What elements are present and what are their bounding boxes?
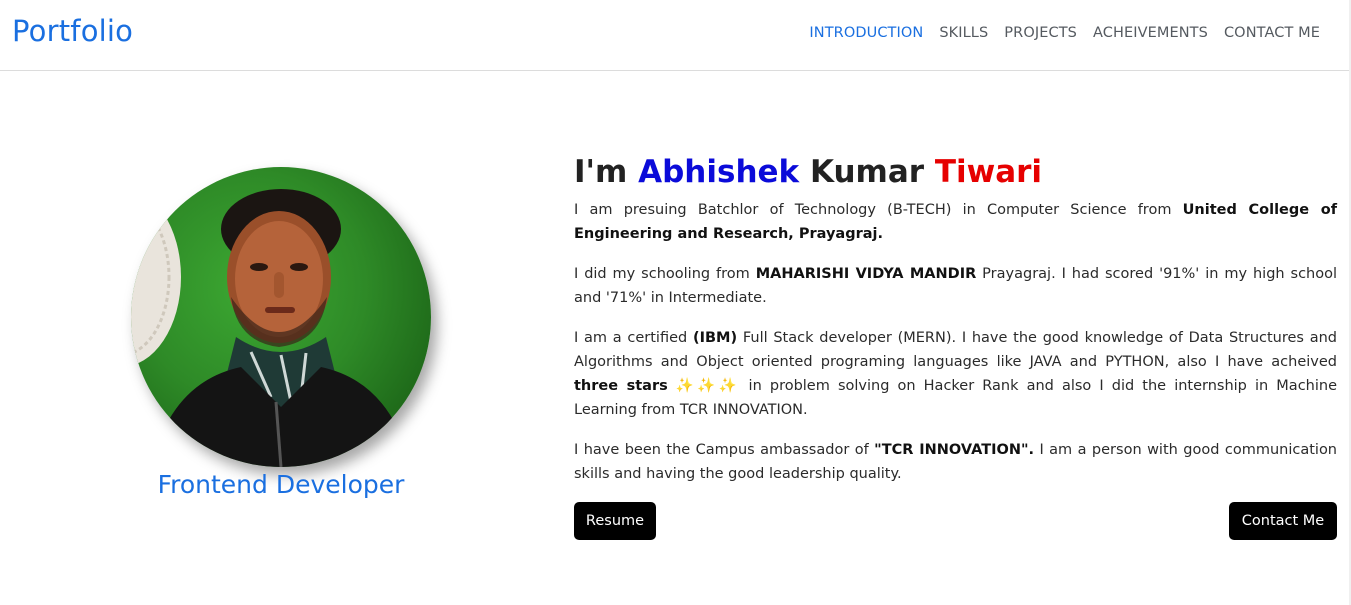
nav-link-skills[interactable]: SKILLS	[931, 25, 996, 41]
intro-paragraph-schooling: I did my schooling from MAHARISHI VIDYA …	[574, 262, 1337, 310]
p3-three-stars: three stars	[574, 378, 668, 394]
p3-text1: I am a certified	[574, 330, 693, 346]
intro-paragraph-skills: I am a certified (IBM) Full Stack develo…	[574, 326, 1337, 422]
nav-link-contact[interactable]: CONTACT ME	[1216, 25, 1328, 41]
heading-prefix: I'm	[574, 154, 639, 190]
role-title: Frontend Developer	[157, 470, 405, 499]
first-name: Abhishek	[638, 154, 800, 190]
sparkle-icon: ✨✨✨	[667, 378, 749, 394]
nav-link-projects[interactable]: PROJECTS	[996, 25, 1085, 41]
nav-links: INTRODUCTION SKILLS PROJECTS ACHEIVEMENT…	[801, 25, 1328, 41]
p2-text1: I did my schooling from	[574, 266, 756, 282]
intro-heading: I'm Abhishek Kumar Tiwari	[574, 152, 1337, 192]
nav-link-achievements[interactable]: ACHEIVEMENTS	[1085, 25, 1216, 41]
p4-text1: I have been the Campus ambassador of	[574, 442, 875, 458]
contact-me-button[interactable]: Contact Me	[1229, 502, 1337, 540]
brand-logo[interactable]: Portfolio	[12, 14, 133, 48]
intro-paragraph-ambassador: I have been the Campus ambassador of "TC…	[574, 438, 1337, 486]
p3-ibm: (IBM)	[692, 330, 738, 346]
p2-school: MAHARISHI VIDYA MANDIR	[755, 266, 977, 282]
navbar: Portfolio INTRODUCTION SKILLS PROJECTS A…	[0, 0, 1349, 71]
intro-paragraph-education: I am presuing Batchlor of Technology (B-…	[574, 198, 1337, 246]
profile-photo	[131, 167, 431, 467]
resume-button[interactable]: Resume	[574, 502, 656, 540]
middle-name: Kumar	[799, 154, 935, 190]
p1-text: I am presuing Batchlor of Technology (B-…	[574, 202, 1183, 218]
person-portrait-icon	[131, 188, 411, 467]
last-name: Tiwari	[934, 154, 1043, 190]
intro-section: I'm Abhishek Kumar Tiwari I am presuing …	[574, 152, 1337, 502]
p4-tcr: "TCR INNOVATION".	[874, 442, 1035, 458]
nav-link-introduction[interactable]: INTRODUCTION	[801, 25, 931, 41]
